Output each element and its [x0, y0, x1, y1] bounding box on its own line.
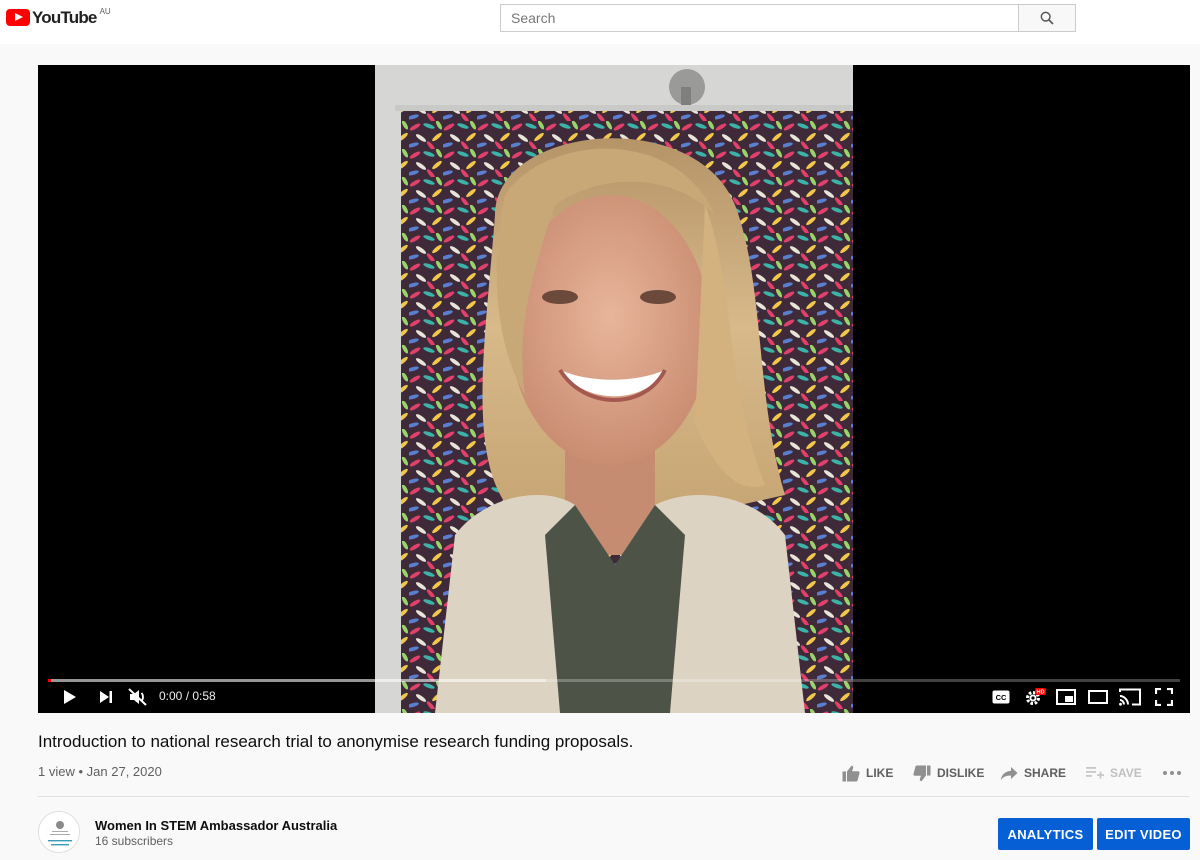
video-meta: 1 view • Jan 27, 2020	[38, 764, 162, 779]
section-divider	[38, 796, 1190, 797]
progress-buffered	[48, 679, 547, 682]
miniplayer-button[interactable]	[1054, 685, 1078, 709]
save-button[interactable]: SAVE	[1086, 764, 1142, 782]
play-button[interactable]	[58, 685, 82, 709]
meta-separator: •	[78, 764, 84, 779]
share-label: SHARE	[1024, 766, 1067, 780]
miniplayer-icon	[1056, 689, 1076, 705]
more-horizontal-icon	[1163, 771, 1181, 775]
video-thumbnail-image	[375, 65, 853, 713]
fullscreen-icon	[1155, 688, 1173, 706]
top-bar: YouTube AU	[0, 0, 1200, 44]
view-count: 1 view	[38, 764, 75, 779]
channel-avatar[interactable]	[38, 811, 80, 853]
save-label: SAVE	[1110, 766, 1142, 780]
progress-bar[interactable]	[48, 679, 1180, 682]
volume-muted-icon	[128, 688, 147, 706]
analytics-button[interactable]: ANALYTICS	[998, 818, 1093, 850]
dislike-label: DISLIKE	[937, 766, 985, 780]
time-display: 0:00 / 0:58	[159, 689, 216, 703]
logo-country-code: AU	[99, 7, 111, 16]
theater-mode-icon	[1088, 690, 1108, 704]
edit-video-button[interactable]: EDIT VIDEO	[1097, 818, 1190, 850]
captions-button[interactable]: CC	[990, 685, 1012, 709]
video-frame[interactable]	[375, 65, 853, 713]
video-player[interactable]: 0:00 / 0:58 CC HD	[38, 65, 1190, 713]
cast-button[interactable]	[1118, 685, 1142, 709]
mute-button[interactable]	[126, 685, 150, 709]
search-input[interactable]	[500, 4, 1019, 32]
video-title: Introduction to national research trial …	[38, 732, 634, 751]
hd-badge: HD	[1037, 690, 1045, 696]
thumbs-down-icon	[913, 765, 931, 781]
cast-icon	[1119, 688, 1141, 706]
svg-text:CC: CC	[996, 693, 1007, 702]
dislike-button[interactable]: DISLIKE	[913, 764, 984, 782]
youtube-play-icon	[6, 9, 30, 26]
search-icon	[1040, 11, 1054, 25]
search-button[interactable]	[1018, 4, 1076, 32]
thumbs-up-icon	[842, 765, 860, 781]
share-button[interactable]: SHARE	[1000, 764, 1066, 782]
theater-mode-button[interactable]	[1086, 685, 1110, 709]
subscriber-count: 16 subscribers	[95, 834, 174, 848]
play-icon	[64, 690, 76, 704]
more-actions-button[interactable]	[1162, 764, 1188, 782]
add-to-playlist-icon	[1086, 767, 1104, 779]
skip-next-icon	[100, 691, 112, 703]
logo-text: YouTube	[32, 8, 97, 27]
share-arrow-icon	[1000, 766, 1018, 780]
closed-captions-icon: CC	[992, 690, 1010, 704]
settings-gear-icon: HD	[1026, 688, 1046, 705]
fullscreen-button[interactable]	[1152, 685, 1176, 709]
like-button[interactable]: LIKE	[842, 764, 893, 782]
channel-name[interactable]: Women In STEM Ambassador Australia	[95, 818, 337, 833]
upload-date: Jan 27, 2020	[86, 764, 162, 779]
settings-button[interactable]: HD	[1022, 685, 1048, 709]
like-label: LIKE	[866, 766, 894, 780]
channel-logo	[39, 812, 79, 852]
next-button[interactable]	[94, 685, 118, 709]
progress-played	[48, 679, 52, 682]
youtube-logo[interactable]: YouTube AU	[6, 7, 111, 27]
